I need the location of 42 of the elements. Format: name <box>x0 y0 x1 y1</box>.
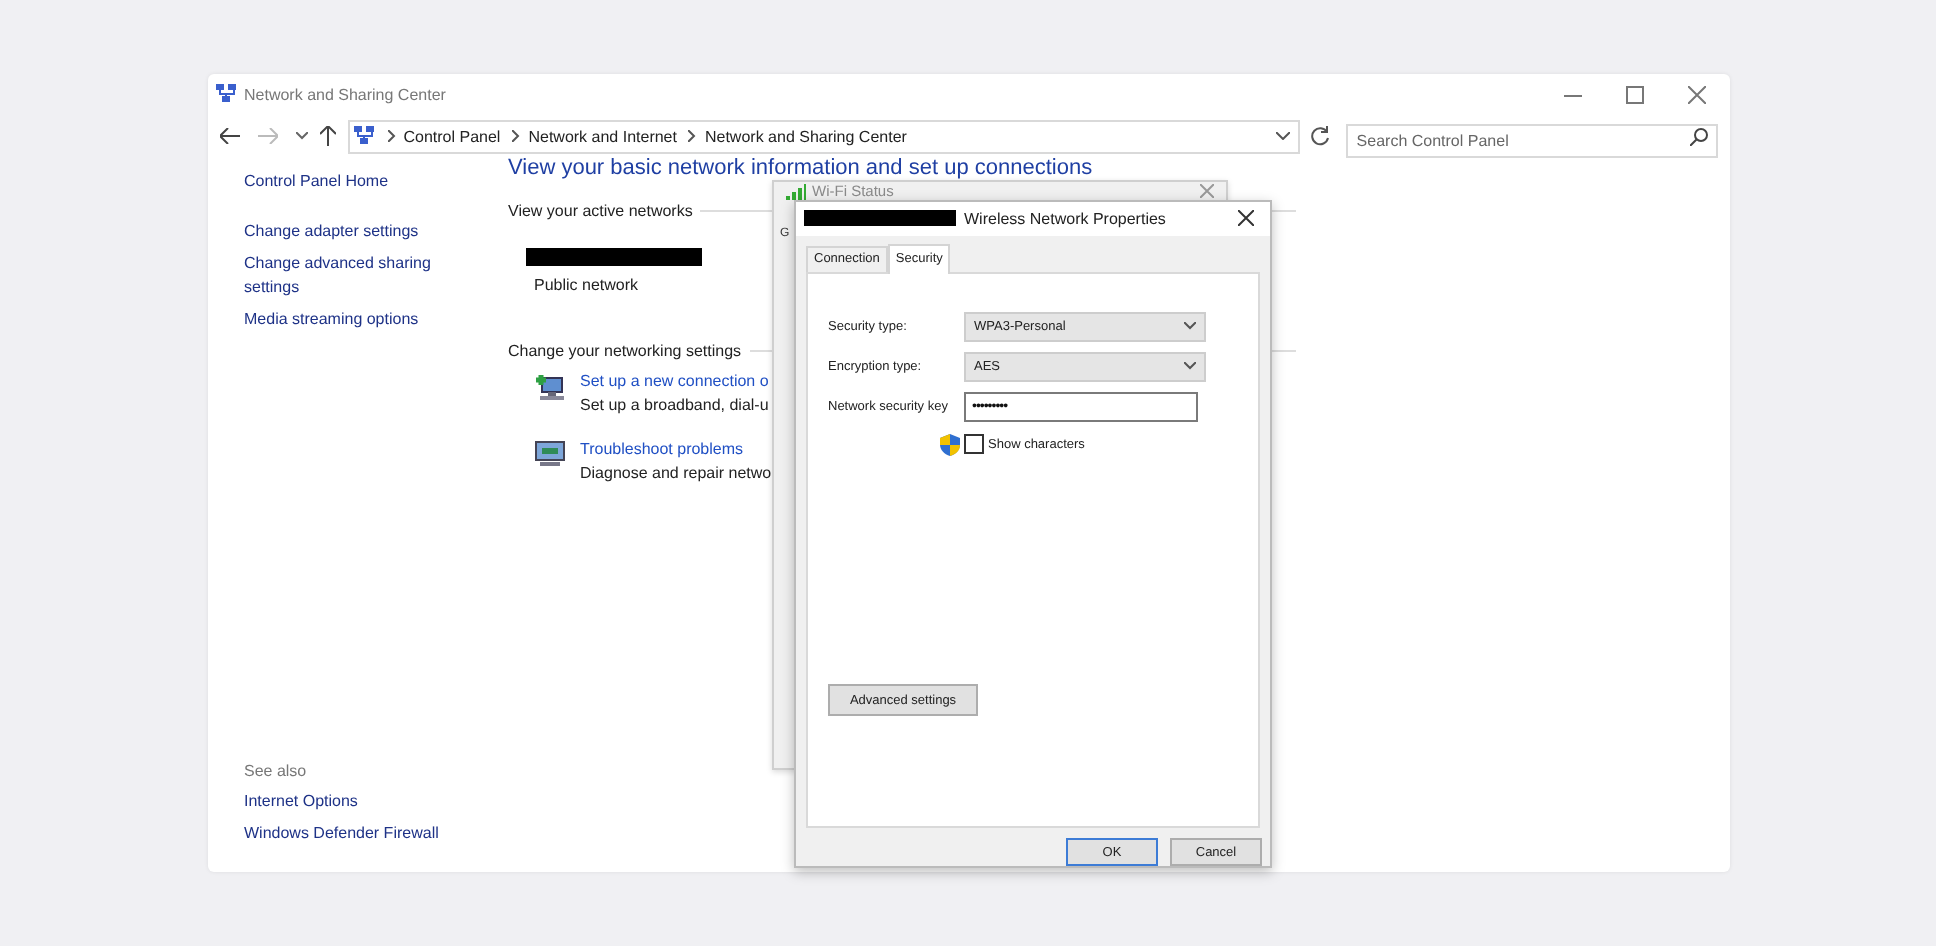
section-label: View your active networks <box>508 202 693 220</box>
network-icon <box>353 126 376 146</box>
back-arrow-icon[interactable] <box>220 128 240 144</box>
section-label: Change your networking settings <box>508 342 742 360</box>
refresh-icon[interactable] <box>1310 126 1331 146</box>
chevron-down-icon[interactable] <box>295 132 308 140</box>
chevron-down-icon[interactable] <box>1276 132 1291 140</box>
window-title: Network and Sharing Center <box>244 85 446 103</box>
breadcrumb[interactable]: Network and Sharing Center <box>704 127 907 145</box>
close-icon[interactable] <box>1238 210 1254 227</box>
up-arrow-icon[interactable] <box>319 126 336 146</box>
sidebar-link[interactable]: Change adapter settings <box>244 220 444 244</box>
chevron-right-icon <box>387 130 396 142</box>
see-also-label: See also <box>244 762 307 780</box>
chevron-down-icon <box>1184 322 1196 331</box>
search-icon[interactable] <box>1689 127 1708 145</box>
task-link[interactable]: Set up a new connection o <box>580 372 769 390</box>
network-type-label: Public network <box>534 276 639 294</box>
page-heading: View your basic network information and set up connections <box>508 158 1093 180</box>
chevron-right-icon <box>688 130 697 142</box>
chevron-down-icon <box>1184 362 1196 371</box>
search-field[interactable]: Search Control Panel <box>1346 123 1718 157</box>
breadcrumb[interactable]: Control Panel <box>403 127 501 145</box>
address-bar[interactable]: Control Panel Network and Internet Network and Sharing Center <box>347 119 1301 153</box>
see-also-link[interactable]: Internet Options <box>244 790 358 814</box>
sidebar-link[interactable]: Change advanced sharing settings <box>244 252 444 300</box>
see-also-link[interactable]: Windows Defender Firewall <box>244 822 439 846</box>
sidebar-link[interactable]: Control Panel Home <box>244 170 444 194</box>
chevron-right-icon <box>512 130 521 142</box>
computer-icon <box>534 440 566 468</box>
task-link[interactable]: Troubleshoot problems <box>580 440 772 458</box>
breadcrumb[interactable]: Network and Internet <box>528 127 677 145</box>
task-description: Set up a broadband, dial-u <box>580 396 769 414</box>
sidebar-link[interactable]: Media streaming options <box>244 308 444 332</box>
network-setup-icon <box>534 372 566 402</box>
task-description: Diagnose and repair netwo <box>580 464 772 482</box>
checkbox[interactable] <box>964 434 984 455</box>
shield-icon <box>940 433 960 456</box>
signal-icon <box>786 183 806 199</box>
dialog-title: Wireless Network Properties <box>964 209 1166 228</box>
network-icon <box>216 84 238 104</box>
maximize-icon[interactable] <box>1626 85 1644 103</box>
